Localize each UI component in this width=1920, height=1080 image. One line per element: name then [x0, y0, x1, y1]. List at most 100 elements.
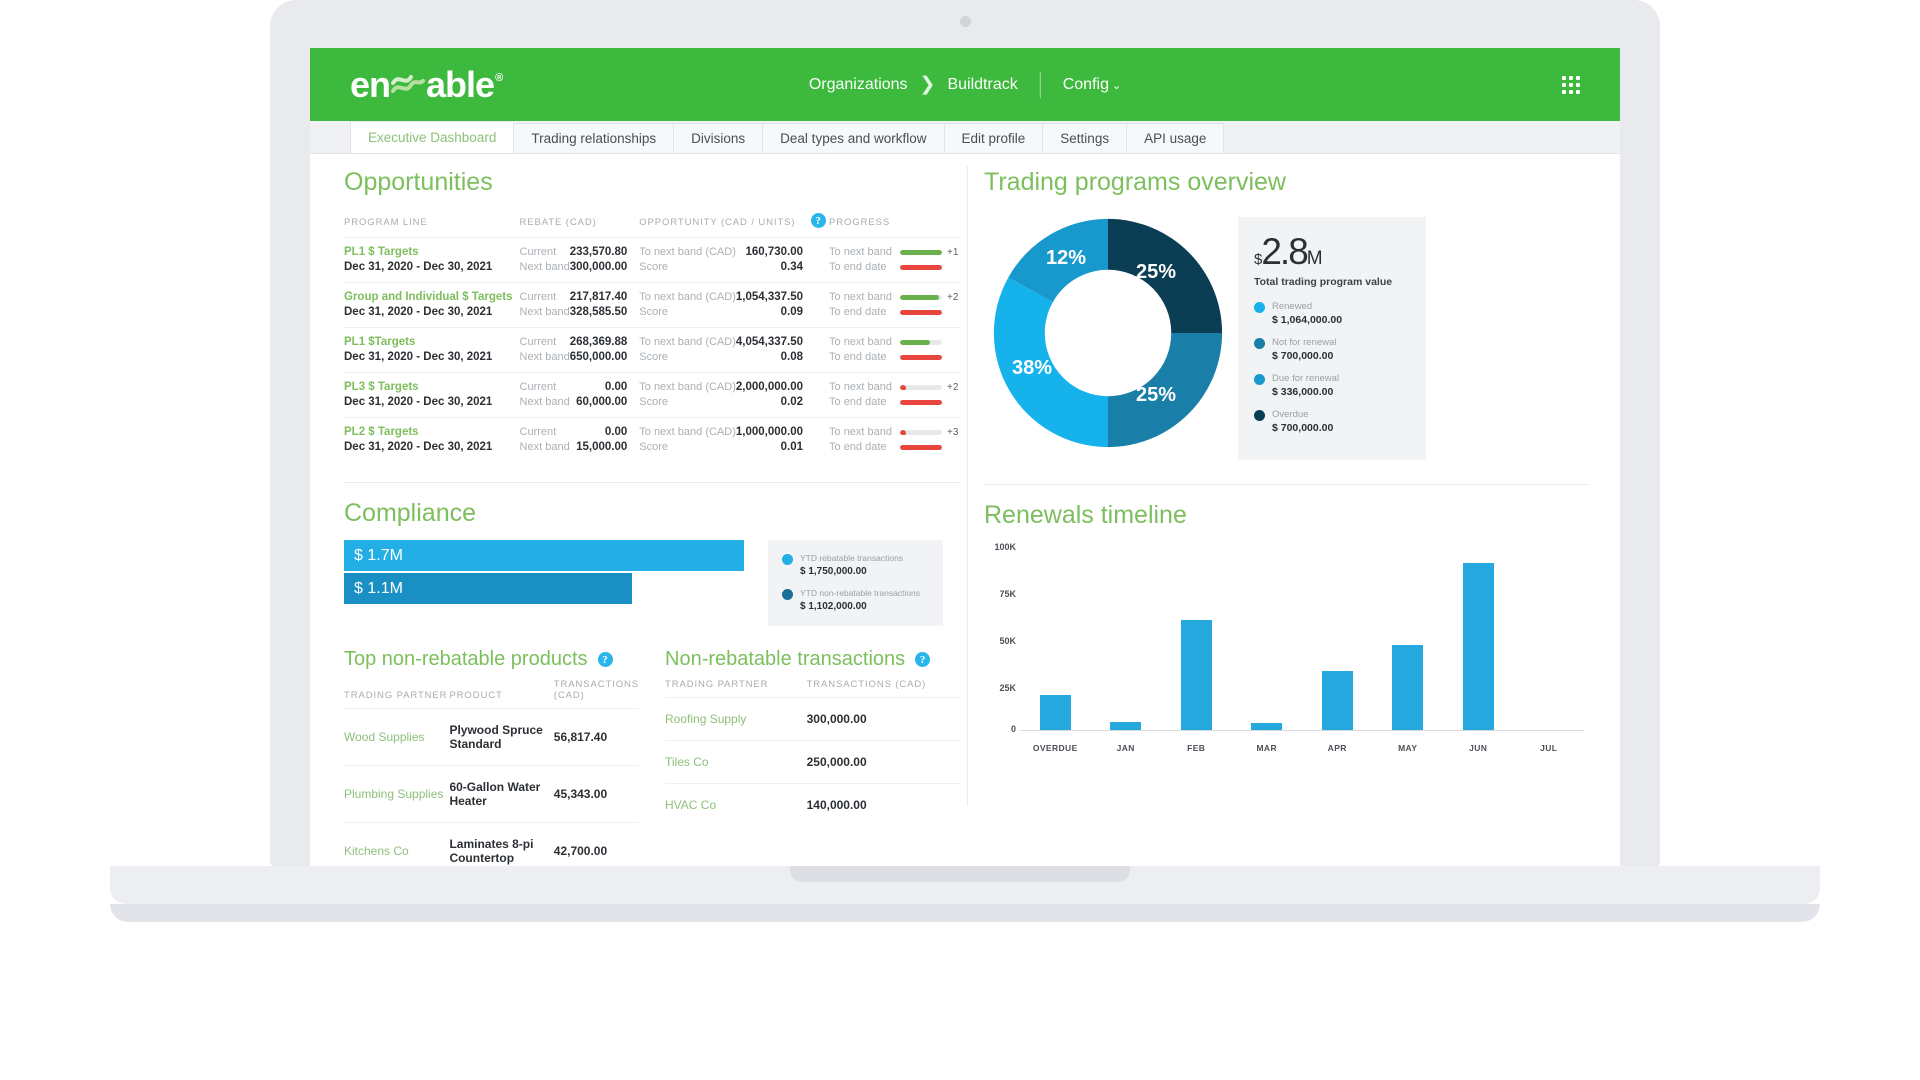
progress-fill	[900, 310, 942, 315]
rebate-nextband-label: Next band	[519, 351, 570, 363]
legend-dot-icon	[1254, 410, 1265, 421]
progress-plus-badge: +2	[947, 382, 959, 393]
opp-tonextband-value: 2,000,000.00	[735, 381, 804, 393]
trading-programs-panel: 25% 25% 38% 12% $ 2.8 M Total trading pr…	[984, 209, 1588, 460]
top-products-panel: Top non-rebatable products ? TRADING PAR…	[344, 648, 639, 866]
product-name: Plywood Spruce Standard	[449, 708, 554, 766]
progress-track	[900, 385, 942, 390]
col-product: PRODUCT	[449, 690, 503, 701]
logo-text-right: able	[426, 63, 495, 105]
progress-track	[900, 250, 942, 255]
table-row[interactable]: Group and Individual $ Targets Dec 31, 2…	[344, 282, 960, 328]
table-row[interactable]: PL1 $ Targets Dec 31, 2020 - Dec 30, 202…	[344, 237, 960, 283]
top-products-help-icon[interactable]: ?	[597, 652, 613, 667]
opportunity-help-icon[interactable]: ?	[811, 209, 829, 238]
legend-item: Overdue $ 700,000.00	[1254, 408, 1410, 435]
non-rebatable-help-icon[interactable]: ?	[915, 652, 931, 667]
legend-value: $ 1,064,000.00	[1272, 314, 1343, 326]
table-row[interactable]: Wood Supplies Plywood Spruce Standard 56…	[344, 708, 639, 766]
rebate-current-value: 0.00	[604, 381, 628, 393]
progress-fill	[900, 265, 942, 270]
config-menu[interactable]: Config ⌄	[1063, 76, 1121, 94]
tab-trading-relationships[interactable]: Trading relationships	[513, 123, 674, 153]
non-rebatable-table: TRADING PARTNER TRANSACTIONS (CAD) Roofi…	[665, 675, 960, 826]
product-partner: Wood Supplies	[344, 708, 450, 766]
opp-score-value: 0.34	[780, 261, 804, 273]
renewals-plot-area	[1020, 546, 1584, 731]
product-name: 60-Gallon Water Heater	[449, 765, 554, 823]
bar-column	[1234, 546, 1299, 730]
y-tick-100k: 100K	[994, 542, 1016, 552]
rebate-current-value: 0.00	[604, 426, 628, 438]
opp-tonextband-label: To next band (CAD)	[639, 246, 736, 258]
table-row[interactable]: Roofing Supply 300,000.00	[665, 697, 960, 741]
product-amount: 45,343.00	[553, 765, 639, 823]
enable-logo[interactable]: en able ®	[350, 63, 503, 106]
col-rebate: REBATE (CAD)	[519, 217, 597, 228]
app-grid-icon[interactable]	[1562, 75, 1580, 94]
rebate-nextband-label: Next band	[519, 261, 570, 273]
col-transactions: TRANSACTIONS (CAD)	[806, 679, 927, 690]
tab-edit-profile[interactable]: Edit profile	[943, 123, 1043, 153]
legend-label: YTD non-rebatable transactions	[800, 588, 921, 598]
renewals-x-axis: OVERDUE JAN FEB MAR APR MAY JUN JUL	[1020, 743, 1584, 753]
program-line-name: Group and Individual $ Targets	[344, 291, 513, 303]
table-row[interactable]: PL1 $Targets Dec 31, 2020 - Dec 30, 2021…	[344, 327, 960, 373]
progress-bar-end-date	[900, 395, 960, 410]
program-line-dates: Dec 31, 2020 - Dec 30, 2021	[344, 261, 493, 273]
progress-tonextband-label: To next band	[829, 426, 893, 438]
bar-may	[1392, 645, 1424, 730]
legend-value: $ 700,000.00	[1272, 350, 1334, 362]
compliance-bar-rebatable[interactable]: $ 1.7M	[344, 540, 744, 571]
progress-toenddate-label: To end date	[829, 306, 887, 318]
tab-settings[interactable]: Settings	[1042, 123, 1127, 153]
legend-item: YTD non-rebatable transactions $ 1,102,0…	[782, 587, 929, 614]
opportunities-title: Opportunities	[344, 168, 493, 196]
help-glyph: ?	[811, 213, 827, 228]
rebate-nextband-value: 650,000.00	[569, 351, 628, 363]
trading-programs-donut-chart[interactable]: 25% 25% 38% 12%	[984, 209, 1232, 457]
tab-executive-dashboard[interactable]: Executive Dashboard	[350, 121, 514, 153]
opp-tonextband-label: To next band (CAD)	[639, 426, 736, 438]
progress-fill	[900, 250, 942, 255]
progress-toenddate-label: To end date	[829, 261, 887, 273]
renewals-bar-chart[interactable]: 100K 75K 50K 25K 0 OVERDUE JAN FEB MAR A…	[984, 542, 1588, 757]
legend-item: Not for renewal $ 700,000.00	[1254, 336, 1410, 363]
breadcrumb-organizations[interactable]: Organizations	[809, 76, 908, 94]
x-tick-mar: MAR	[1256, 743, 1278, 753]
app-header: en able ® Organizations ❯ Buildtrack Con…	[310, 48, 1620, 121]
rebate-nextband-label: Next band	[519, 306, 570, 318]
table-row[interactable]: HVAC Co 140,000.00	[665, 783, 960, 826]
legend-dot-icon	[782, 589, 793, 600]
opp-score-label: Score	[639, 441, 669, 453]
chevron-right-icon: ❯	[919, 74, 936, 95]
bar-jan	[1110, 721, 1142, 730]
tab-bar: Executive Dashboard Trading relationship…	[310, 121, 1620, 154]
laptop-base-shadow	[110, 904, 1820, 922]
donut-hole	[1044, 269, 1172, 397]
table-row[interactable]: PL2 $ Targets Dec 31, 2020 - Dec 30, 202…	[344, 417, 960, 462]
tab-api-usage[interactable]: API usage	[1126, 123, 1225, 153]
transaction-partner: HVAC Co	[665, 783, 807, 826]
progress-plus-badge: +1	[947, 247, 959, 258]
opp-score-label: Score	[639, 351, 669, 363]
table-row[interactable]: Kitchens Co Laminates 8-pi Countertop 42…	[344, 822, 639, 866]
wave-icon	[391, 73, 426, 99]
app-screen: en able ® Organizations ❯ Buildtrack Con…	[310, 48, 1620, 866]
rebate-current-label: Current	[519, 291, 557, 303]
table-row[interactable]: Tiles Co 250,000.00	[665, 740, 960, 784]
product-partner: Kitchens Co	[344, 822, 450, 866]
x-tick-jun: JUN	[1469, 743, 1488, 753]
opp-tonextband-value: 160,730.00	[745, 246, 804, 258]
transaction-partner: Roofing Supply	[665, 697, 807, 741]
bar-column	[1093, 546, 1158, 730]
tab-deal-types-and-workflow[interactable]: Deal types and workflow	[762, 123, 944, 153]
rebate-current-label: Current	[519, 426, 557, 438]
breadcrumb-buildtrack[interactable]: Buildtrack	[947, 76, 1017, 94]
compliance-bar-non-rebatable[interactable]: $ 1.1M	[344, 573, 632, 604]
progress-tonextband-label: To next band	[829, 291, 893, 303]
legend-dot-icon	[1254, 302, 1265, 313]
table-row[interactable]: Plumbing Supplies 60-Gallon Water Heater…	[344, 765, 639, 823]
tab-divisions[interactable]: Divisions	[673, 123, 763, 153]
table-row[interactable]: PL3 $ Targets Dec 31, 2020 - Dec 30, 202…	[344, 372, 960, 418]
